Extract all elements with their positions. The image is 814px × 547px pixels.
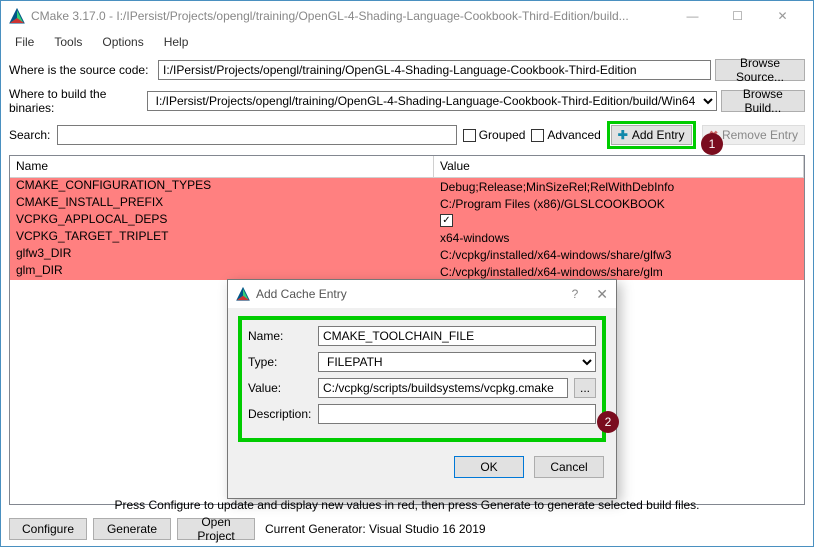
col-name[interactable]: Name <box>10 156 434 177</box>
build-path-select[interactable]: I:/IPersist/Projects/opengl/training/Ope… <box>147 91 717 111</box>
cell-name: CMAKE_CONFIGURATION_TYPES <box>10 178 434 195</box>
cell-name: VCPKG_APPLOCAL_DEPS <box>10 212 434 229</box>
generate-button[interactable]: Generate <box>93 518 171 540</box>
browse-build-button[interactable]: Browse Build... <box>721 90 805 112</box>
cell-name: glfw3_DIR <box>10 246 434 263</box>
cmake-logo-icon <box>9 8 25 24</box>
dlg-desc-input[interactable] <box>318 404 596 424</box>
dlg-type-select[interactable]: FILEPATH <box>318 352 596 372</box>
cell-name: VCPKG_TARGET_TRIPLET <box>10 229 434 246</box>
dialog-ok-button[interactable]: OK <box>454 456 524 478</box>
source-path-input[interactable] <box>158 60 711 80</box>
dlg-value-label: Value: <box>248 381 312 395</box>
advanced-checkbox[interactable]: Advanced <box>531 128 600 142</box>
minimize-button[interactable]: — <box>670 1 715 31</box>
current-generator: Current Generator: Visual Studio 16 2019 <box>265 522 486 536</box>
dlg-desc-label: Description: <box>248 407 312 421</box>
help-icon[interactable]: ? <box>572 287 579 301</box>
open-project-button[interactable]: Open Project <box>177 518 255 540</box>
table-row[interactable]: CMAKE_CONFIGURATION_TYPESDebug;Release;M… <box>10 178 804 195</box>
cell-value: C:/vcpkg/installed/x64-windows/share/glf… <box>434 246 804 263</box>
table-row[interactable]: VCPKG_APPLOCAL_DEPS ✓ <box>10 212 804 229</box>
dialog-title: Add Cache Entry <box>256 287 572 301</box>
menu-file[interactable]: File <box>7 33 42 51</box>
cell-value: C:/Program Files (x86)/GLSLCOOKBOOK <box>434 195 804 212</box>
col-value[interactable]: Value <box>434 156 804 177</box>
source-label: Where is the source code: <box>9 63 154 77</box>
table-row[interactable]: CMAKE_INSTALL_PREFIXC:/Program Files (x8… <box>10 195 804 212</box>
dlg-value-input[interactable] <box>318 378 568 398</box>
cell-value: x64-windows <box>434 229 804 246</box>
table-body: CMAKE_CONFIGURATION_TYPESDebug;Release;M… <box>10 178 804 280</box>
annotation-badge-2: 2 <box>597 411 619 433</box>
dlg-name-input[interactable] <box>318 326 596 346</box>
menu-tools[interactable]: Tools <box>46 33 90 51</box>
checkbox-icon[interactable]: ✓ <box>440 214 453 227</box>
cell-value: ✓ <box>434 212 804 229</box>
table-row[interactable]: VCPKG_TARGET_TRIPLETx64-windows <box>10 229 804 246</box>
plus-icon: ✚ <box>618 128 628 142</box>
grouped-checkbox[interactable]: Grouped <box>463 128 526 142</box>
add-entry-highlight: ✚ Add Entry <box>607 121 696 149</box>
cell-name: CMAKE_INSTALL_PREFIX <box>10 195 434 212</box>
dlg-name-label: Name: <box>248 329 312 343</box>
menubar: File Tools Options Help <box>1 31 813 53</box>
table-row[interactable]: glfw3_DIRC:/vcpkg/installed/x64-windows/… <box>10 246 804 263</box>
bottom-bar: Configure Generate Open Project Current … <box>1 514 813 544</box>
dlg-type-label: Type: <box>248 355 312 369</box>
browse-source-button[interactable]: Browse Source... <box>715 59 805 81</box>
maximize-button[interactable]: ☐ <box>715 1 760 31</box>
add-cache-entry-dialog: Add Cache Entry ? ✕ Name: Type: FILEPATH… <box>227 279 617 499</box>
search-input[interactable] <box>57 125 457 145</box>
menu-help[interactable]: Help <box>156 33 197 51</box>
dialog-titlebar: Add Cache Entry ? ✕ <box>228 280 616 308</box>
titlebar: CMake 3.17.0 - I:/IPersist/Projects/open… <box>1 1 813 31</box>
cell-value: Debug;Release;MinSizeRel;RelWithDebInfo <box>434 178 804 195</box>
dialog-cancel-button[interactable]: Cancel <box>534 456 604 478</box>
configure-button[interactable]: Configure <box>9 518 87 540</box>
table-row[interactable]: glm_DIRC:/vcpkg/installed/x64-windows/sh… <box>10 263 804 280</box>
build-label: Where to build the binaries: <box>9 87 143 115</box>
cell-name: glm_DIR <box>10 263 434 280</box>
cmake-logo-icon <box>236 287 250 301</box>
table-header: Name Value <box>10 156 804 178</box>
annotation-badge-1: 1 <box>701 133 723 155</box>
menu-options[interactable]: Options <box>94 33 151 51</box>
config-area: Where is the source code: Browse Source.… <box>1 53 813 155</box>
window-title: CMake 3.17.0 - I:/IPersist/Projects/open… <box>31 9 670 23</box>
dialog-close-icon[interactable]: ✕ <box>596 286 608 303</box>
dialog-fields-highlight: Name: Type: FILEPATH Value: ... Descript… <box>238 316 606 442</box>
dlg-browse-button[interactable]: ... <box>574 378 596 398</box>
add-entry-button[interactable]: ✚ Add Entry <box>611 125 692 145</box>
cell-value: C:/vcpkg/installed/x64-windows/share/glm <box>434 263 804 280</box>
window-controls: — ☐ ✕ <box>670 1 805 31</box>
search-label: Search: <box>9 128 51 142</box>
close-button[interactable]: ✕ <box>760 1 805 31</box>
